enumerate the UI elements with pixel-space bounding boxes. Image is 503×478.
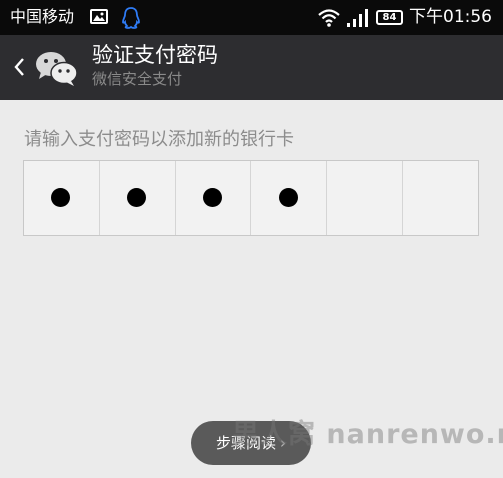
password-input[interactable]	[23, 160, 479, 236]
signal-icon	[347, 9, 368, 27]
page-subtitle: 微信安全支付	[92, 70, 183, 88]
pin-dot	[203, 188, 223, 207]
password-prompt: 请输入支付密码以添加新的银行卡	[24, 129, 294, 150]
watermark: 男人窝 nanrenwo.net	[232, 419, 503, 450]
status-bar: 中国移动 84 下午01:56	[0, 0, 503, 35]
carrier-label: 中国移动	[10, 7, 75, 26]
status-time: 下午01:56	[409, 7, 492, 27]
pin-cell[interactable]	[100, 161, 176, 235]
pin-cell[interactable]	[251, 161, 328, 235]
image-icon	[90, 9, 108, 24]
pin-cell[interactable]	[176, 161, 252, 235]
pin-dot	[127, 188, 147, 207]
wifi-icon	[318, 9, 340, 27]
battery-icon: 84	[376, 10, 403, 25]
pin-cell[interactable]	[403, 161, 478, 235]
back-icon[interactable]	[12, 55, 26, 79]
qq-icon	[122, 7, 140, 29]
pin-dot	[51, 188, 71, 207]
pin-cell[interactable]	[24, 161, 100, 235]
page-title: 验证支付密码	[92, 43, 218, 67]
title-bar: 验证支付密码 微信安全支付	[0, 35, 503, 100]
pin-cell[interactable]	[327, 161, 404, 235]
wechat-icon	[36, 52, 78, 86]
pin-dot	[278, 188, 298, 207]
